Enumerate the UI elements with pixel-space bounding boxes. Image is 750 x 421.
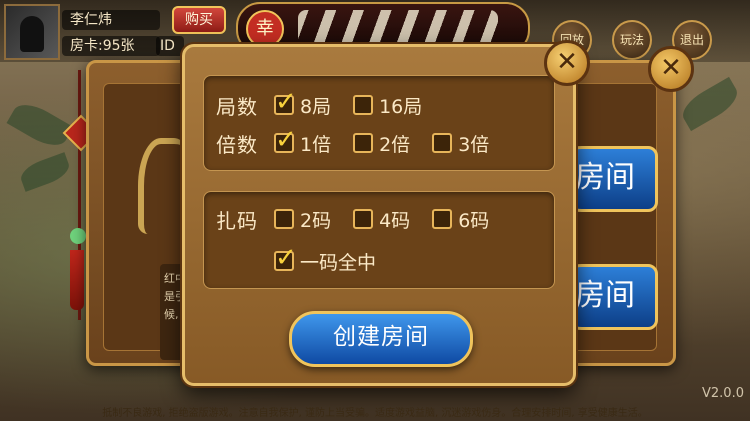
create-room-button[interactable]: 创建房间 bbox=[289, 311, 473, 367]
rounds-multiplier-section: 局数 8局 16局 倍数 1倍 2倍 3倍 bbox=[203, 75, 555, 171]
avatar[interactable] bbox=[4, 4, 60, 60]
multiplier-label: 倍数 bbox=[216, 132, 258, 157]
avatar-figure bbox=[20, 16, 44, 52]
option-label: 一码全中 bbox=[300, 251, 377, 274]
rounds-option-8[interactable]: 8局 bbox=[274, 87, 332, 119]
checkbox-icon[interactable] bbox=[353, 133, 374, 153]
rounds-option-16[interactable]: 16局 bbox=[353, 92, 422, 119]
option-label: 2倍 bbox=[379, 133, 411, 156]
room-card-count: 房卡:95张 bbox=[62, 36, 160, 56]
health-notice: 抵制不良游戏, 拒绝盗版游戏。注意自我保护, 谨防上当受骗。适度游戏益脑, 沉迷… bbox=[102, 408, 648, 419]
checkbox-icon[interactable] bbox=[353, 209, 374, 229]
rounds-label: 局数 bbox=[216, 94, 258, 119]
zhama-option-4[interactable]: 4码 bbox=[353, 206, 410, 233]
logo-calligraphy bbox=[298, 10, 498, 46]
player-name: 李仁炜 bbox=[62, 10, 160, 30]
bamboo-leaf-decoration bbox=[6, 97, 74, 153]
zhama-option-6[interactable]: 6码 bbox=[432, 206, 489, 233]
option-label: 4码 bbox=[379, 209, 411, 232]
option-label: 2码 bbox=[300, 209, 332, 232]
rounds-row: 局数 8局 16局 bbox=[216, 87, 444, 120]
multiplier-row: 倍数 1倍 2倍 3倍 bbox=[216, 125, 511, 158]
zhama-option-2[interactable]: 2码 bbox=[274, 206, 331, 233]
version-label: V2.0.0 bbox=[702, 386, 744, 401]
rules-button[interactable]: 玩法 bbox=[612, 20, 652, 60]
laurel-icon bbox=[138, 138, 184, 234]
panel-close-icon[interactable]: ✕ bbox=[648, 46, 694, 92]
option-label: 8局 bbox=[300, 95, 332, 118]
yima-row: 一码全中 bbox=[274, 243, 398, 276]
zhama-section: 扎码 2码 4码 6码 一码全中 bbox=[203, 191, 555, 289]
dialog-close-icon[interactable]: ✕ bbox=[544, 40, 590, 86]
bamboo-leaf-decoration bbox=[17, 152, 73, 192]
player-id-label: ID bbox=[156, 36, 184, 56]
logo-seal: 幸 bbox=[246, 10, 284, 48]
yima-quanzhong-option[interactable]: 一码全中 bbox=[274, 243, 377, 275]
option-label: 6码 bbox=[458, 209, 490, 232]
option-label: 3倍 bbox=[458, 133, 490, 156]
checkbox-icon[interactable] bbox=[432, 133, 453, 153]
jade-bead-decoration bbox=[70, 228, 86, 244]
buy-button[interactable]: 购买 bbox=[172, 6, 226, 34]
checkbox-icon[interactable] bbox=[353, 95, 374, 115]
zhama-row: 扎码 2码 4码 6码 bbox=[216, 204, 511, 234]
checkbox-icon[interactable] bbox=[274, 87, 297, 117]
multiplier-option-3[interactable]: 3倍 bbox=[432, 130, 489, 157]
option-label: 16局 bbox=[379, 95, 423, 118]
checkbox-icon[interactable] bbox=[274, 243, 297, 273]
tassel-decoration bbox=[70, 250, 84, 310]
option-label: 1倍 bbox=[300, 133, 332, 156]
create-room-dialog: 局数 8局 16局 倍数 1倍 2倍 3倍 bbox=[182, 44, 576, 386]
checkbox-icon[interactable] bbox=[274, 125, 297, 155]
zhama-label: 扎码 bbox=[216, 208, 258, 233]
checkbox-icon[interactable] bbox=[432, 209, 453, 229]
checkbox-icon[interactable] bbox=[274, 209, 294, 229]
multiplier-option-2[interactable]: 2倍 bbox=[353, 130, 410, 157]
multiplier-option-1[interactable]: 1倍 bbox=[274, 125, 332, 157]
